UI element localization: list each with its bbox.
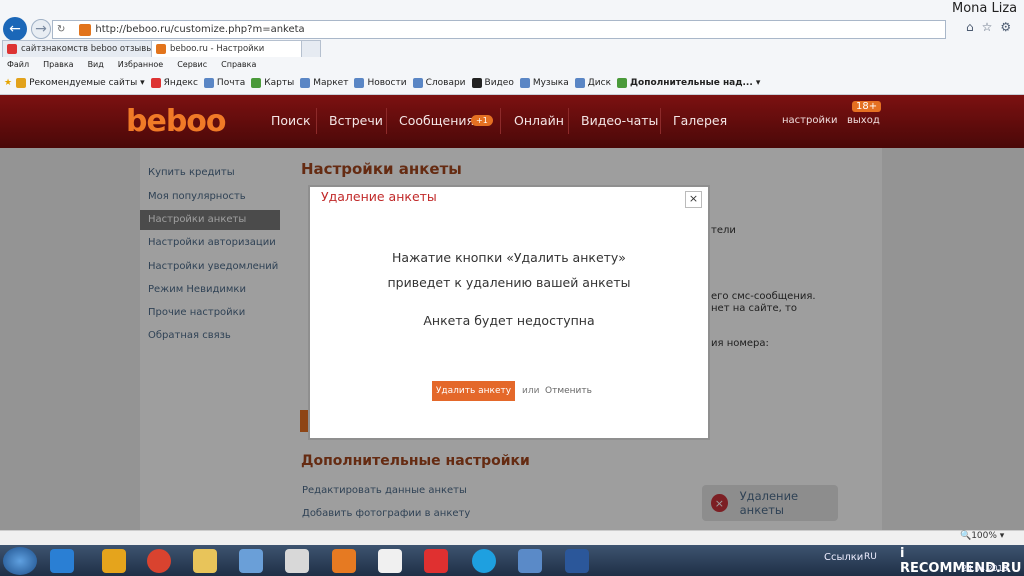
window-user-name: Mona Liza [952,1,1018,16]
nav-meetings[interactable]: Встречи [329,113,383,128]
messages-count-badge: +1 [471,115,493,126]
fav-icon [300,78,311,88]
nav-messages[interactable]: Сообщения [399,113,474,128]
word-icon[interactable] [565,549,589,573]
photo-viewer-icon[interactable] [518,549,542,573]
language-indicator[interactable]: RU [864,552,877,562]
address-bar[interactable]: ↻ http://beboo.ru/customize.php?m=anketa [52,20,946,39]
fav-yandex[interactable]: Яндекс [150,78,198,88]
browser-tools: ⌂ ☆ ⚙ [966,20,1011,34]
fav-icon [574,78,585,88]
fav-video[interactable]: Видео [471,78,514,88]
confirm-delete-button[interactable]: Удалить анкету [432,381,515,401]
fav-icon [471,78,482,88]
gear-icon[interactable]: ⚙ [1000,20,1011,34]
fav-icon [203,78,214,88]
menu-file[interactable]: Файл [0,58,36,72]
menu-view[interactable]: Вид [81,58,111,72]
site-favicon [79,23,92,36]
back-button[interactable]: ← [3,17,27,41]
cancel-link[interactable]: Отменить [545,386,592,396]
delete-profile-dialog: Удаление анкеты × Нажатие кнопки «Удалит… [308,185,710,440]
nav-divider [316,108,317,134]
star-icon[interactable]: ☆ [982,20,993,34]
fav-recommended[interactable]: Рекомендуемые сайты ▾ [16,78,145,88]
tab-label: сайтзнакомств beboo отзывы — Ян... [21,44,166,54]
home-icon[interactable]: ⌂ [966,20,974,34]
logout-link[interactable]: выход [847,115,880,126]
nav-divider [568,108,569,134]
nav-video-chats[interactable]: Видео-чаты [581,113,658,128]
settings-link[interactable]: настройки [782,115,838,126]
refresh-icon[interactable]: ↻ [57,24,65,35]
menu-help[interactable]: Справка [214,58,263,72]
yandex-browser-icon[interactable] [424,549,448,573]
paint-icon[interactable] [285,549,309,573]
dialog-title: Удаление анкеты [321,189,437,204]
app-icon[interactable] [102,549,126,573]
age-badge: 18+ [852,101,882,112]
status-bar [0,530,1024,546]
player-icon[interactable] [332,549,356,573]
dialog-text-line1: Нажатие кнопки «Удалить анкету» [392,250,626,265]
fav-disk[interactable]: Диск [574,78,611,88]
nav-gallery[interactable]: Галерея [673,113,727,128]
fav-icon [16,78,27,88]
zoom-level[interactable]: 🔍100% ▾ [960,531,1004,541]
menu-edit[interactable]: Правка [36,58,80,72]
links-toolbar[interactable]: Ссылки [824,552,863,563]
tab-beboo-settings[interactable]: beboo.ru - Настройки × [151,40,319,57]
fav-mail[interactable]: Почта [203,78,245,88]
chrome-icon[interactable] [147,549,171,573]
dialog-text-line3: Анкета будет недоступна [423,313,595,328]
or-separator: или [522,386,540,396]
fav-icon [412,78,423,88]
fav-news[interactable]: Новости [354,78,407,88]
folder-icon[interactable] [193,549,217,573]
yandex-app-icon[interactable] [378,549,402,573]
beboo-logo[interactable]: beboo [126,104,227,139]
tab-yandex[interactable]: сайтзнакомств beboo отзывы — Ян... [2,40,167,57]
fav-maps[interactable]: Карты [251,78,294,88]
url-text: http://beboo.ru/customize.php?m=anketa [95,24,305,35]
skype-icon[interactable] [472,549,496,573]
nav-divider [386,108,387,134]
fav-dictionaries[interactable]: Словари [412,78,466,88]
nav-divider [500,108,501,134]
tab-label: beboo.ru - Настройки [170,44,265,54]
nav-divider [660,108,661,134]
fav-icon [354,78,365,88]
menu-favorites[interactable]: Избранное [111,58,170,72]
menu-tools[interactable]: Сервис [170,58,214,72]
dialog-text-line2: приведет к удалению вашей анкеты [387,275,631,290]
fav-additional[interactable]: Дополнительные над... ▾ [617,78,760,88]
fav-icon [519,78,530,88]
start-button[interactable] [3,547,37,575]
forward-button[interactable]: → [31,19,51,39]
fav-icon [251,78,262,88]
fav-icon [150,78,161,88]
media-icon[interactable] [239,549,263,573]
clock-date: 24.04.2013 [962,564,1008,573]
fav-icon [617,78,628,88]
ie-icon[interactable] [50,549,74,573]
tab-strip: сайтзнакомств beboo отзывы — Ян... beboo… [0,40,1024,57]
favorites-bar: ★ Рекомендуемые сайты ▾ Яндекс Почта Кар… [0,74,1024,92]
new-tab-button[interactable] [301,40,321,57]
nav-online[interactable]: Онлайн [514,113,564,128]
fav-market[interactable]: Маркет [300,78,348,88]
yandex-icon [7,44,17,54]
close-icon[interactable]: × [685,191,702,208]
favorites-star-icon[interactable]: ★ [4,78,12,88]
menu-bar: Файл Правка Вид Избранное Сервис Справка [0,58,1024,72]
fav-music[interactable]: Музыка [519,78,569,88]
beboo-icon [156,44,166,54]
nav-search[interactable]: Поиск [271,113,311,128]
